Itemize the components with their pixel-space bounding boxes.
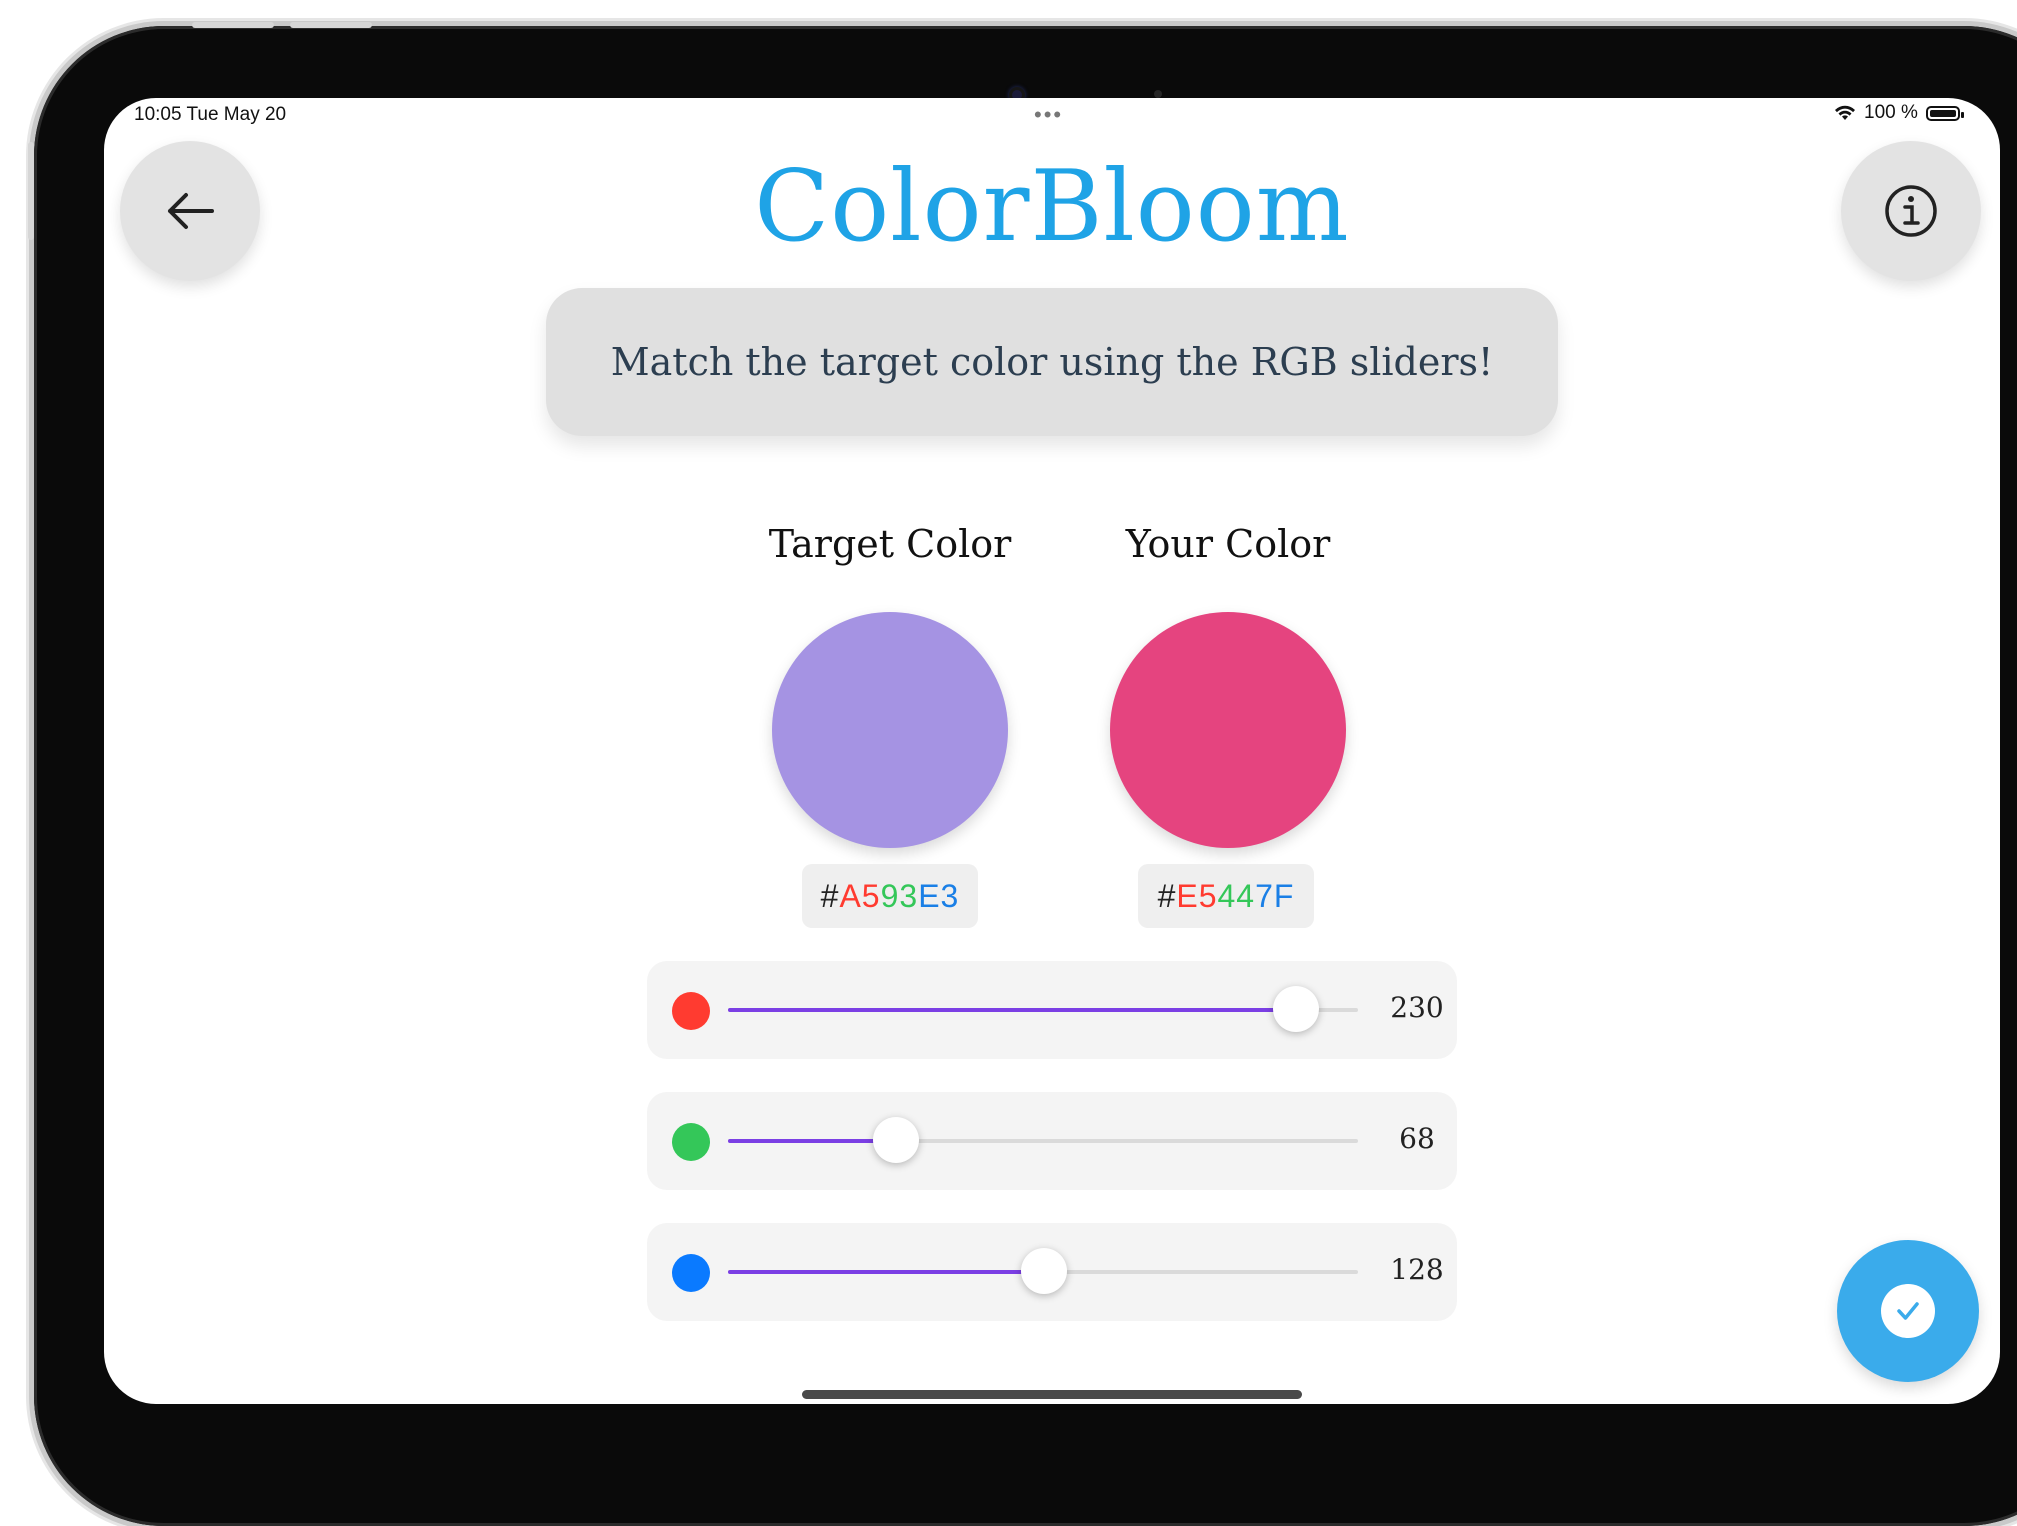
hex-red-part: E5: [1176, 877, 1218, 914]
target-color-swatch: [772, 612, 1008, 848]
hex-prefix: #: [1157, 877, 1177, 914]
green-slider-fill: [728, 1139, 897, 1143]
blue-slider-track[interactable]: [728, 1248, 1358, 1294]
battery-icon: [1925, 105, 1964, 121]
blue-slider-fill: [728, 1270, 1045, 1274]
green-slider-track[interactable]: [728, 1117, 1358, 1163]
info-button[interactable]: [1841, 141, 1981, 281]
your-hex-code: # E5 44 7F: [1138, 864, 1314, 928]
blue-value: 128: [1390, 1253, 1444, 1286]
hex-prefix: #: [820, 877, 840, 914]
blue-slider-thumb[interactable]: [1021, 1248, 1068, 1294]
blue-channel-dot: [672, 1254, 710, 1292]
hex-green-part: 44: [1217, 877, 1256, 914]
red-slider-row: 230: [647, 961, 1457, 1059]
instruction-banner: Match the target color using the RGB sli…: [546, 288, 1558, 436]
app-screen: 10:05 Tue May 20 ••• 100 % ColorBloom Ma…: [104, 98, 2000, 1404]
target-hex-code: # A5 93 E3: [802, 864, 978, 928]
your-color-swatch: [1110, 612, 1346, 848]
your-color-label: Your Color: [1125, 522, 1331, 566]
app-title: ColorBloom: [754, 150, 1350, 264]
volume-up-button: [192, 22, 274, 28]
info-circle-icon: [1885, 185, 1937, 237]
checkmark-icon: [1897, 1302, 1919, 1320]
status-indicators: 100 %: [1834, 102, 1964, 124]
status-time: 10:05 Tue May 20: [134, 104, 287, 125]
wifi-icon: [1835, 105, 1855, 120]
confirm-button[interactable]: [1837, 1240, 1979, 1382]
green-slider-row: 68: [647, 1092, 1457, 1190]
battery-percentage: 100 %: [1864, 102, 1918, 123]
red-value: 230: [1390, 991, 1444, 1024]
green-channel-dot: [672, 1123, 710, 1161]
green-slider-thumb[interactable]: [873, 1117, 920, 1163]
blue-slider-row: 128: [647, 1223, 1457, 1321]
red-slider-fill: [728, 1008, 1297, 1012]
red-slider-thumb[interactable]: [1273, 986, 1320, 1032]
confirm-icon-badge: [1881, 1284, 1935, 1338]
target-color-label: Target Color: [768, 522, 1012, 566]
home-indicator[interactable]: [802, 1390, 1302, 1399]
camera-sensor: [1154, 90, 1162, 98]
volume-down-button: [290, 22, 372, 28]
hex-blue-part: E3: [918, 877, 960, 914]
hex-red-part: A5: [839, 877, 881, 914]
power-button: [28, 142, 34, 240]
multitasking-dots[interactable]: •••: [1034, 102, 1063, 128]
hex-green-part: 93: [880, 877, 919, 914]
red-channel-dot: [672, 992, 710, 1030]
hex-blue-part: 7F: [1255, 877, 1295, 914]
green-value: 68: [1399, 1122, 1435, 1155]
red-slider-track[interactable]: [728, 986, 1358, 1032]
